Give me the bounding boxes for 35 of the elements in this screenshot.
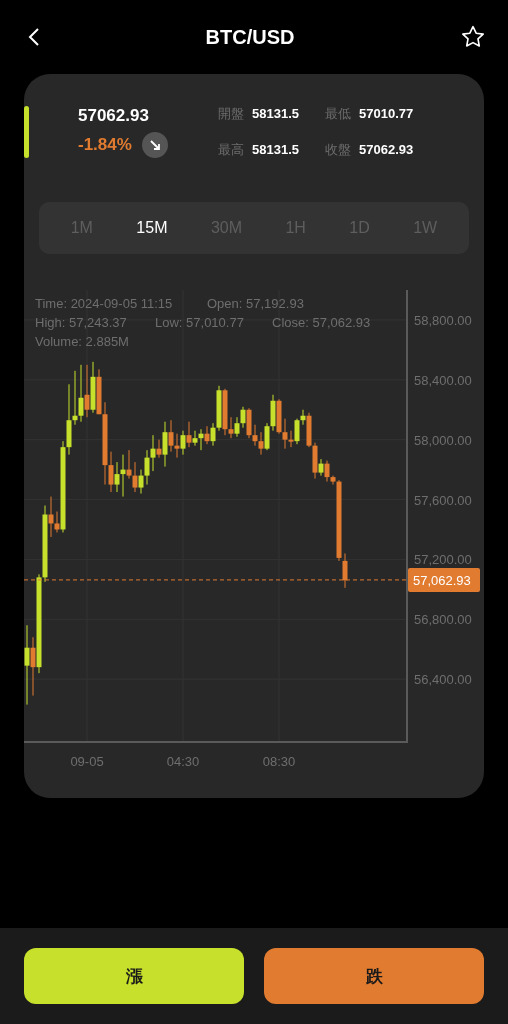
stat-value: 57062.93: [359, 142, 414, 157]
rise-button[interactable]: 漲: [24, 948, 244, 1004]
price-axis-label: 58,400.00: [414, 372, 472, 388]
interval-tab[interactable]: 15M: [128, 213, 176, 243]
ohlc-info-text: Time: 2024-09-05 11:15: [35, 296, 173, 311]
back-icon[interactable]: [28, 27, 40, 47]
current-price: 57062.93: [78, 106, 150, 126]
price-axis-label: 58,800.00: [414, 312, 472, 328]
price-axis-label: 57,600.00: [414, 492, 472, 508]
time-axis-label: 04:30: [166, 754, 200, 769]
fall-button[interactable]: 跌: [264, 948, 484, 1004]
ohlc-info-text: Low: 57,010.77: [155, 315, 244, 330]
stat-value: 58131.5: [252, 106, 299, 121]
page-title: BTC/USD: [205, 25, 295, 49]
stat-label: 收盤: [325, 141, 351, 159]
price-axis-label: 56,800.00: [414, 612, 472, 628]
stat-label: 最低: [325, 105, 351, 123]
ohlc-info-text: Open: 57,192.93: [207, 296, 304, 311]
last-price-tag: 57,062.93: [408, 567, 480, 592]
stat-value: 58131.5: [252, 142, 299, 157]
price-axis-label: 57,200.00: [414, 552, 472, 568]
time-axis-label: 09-05: [70, 754, 104, 769]
star-icon[interactable]: [460, 24, 486, 50]
time-axis-label: 08:30: [262, 754, 296, 769]
price-axis-label: 58,000.00: [414, 432, 472, 448]
stat-label: 最高: [218, 141, 244, 159]
price-axis-label: 56,400.00: [414, 672, 472, 688]
price-change: -1.84%: [78, 135, 132, 155]
stat-value: 57010.77: [359, 106, 414, 121]
ohlc-info-text: Close: 57,062.93: [272, 315, 371, 330]
ohlc-info-text: High: 57,243.37: [35, 315, 127, 330]
stat-label: 開盤: [218, 105, 244, 123]
accent-bar: [24, 106, 29, 158]
ref-line-label: 57,062.93: [413, 572, 471, 588]
ohlc-info-text: Volume: 2.885M: [35, 334, 129, 349]
